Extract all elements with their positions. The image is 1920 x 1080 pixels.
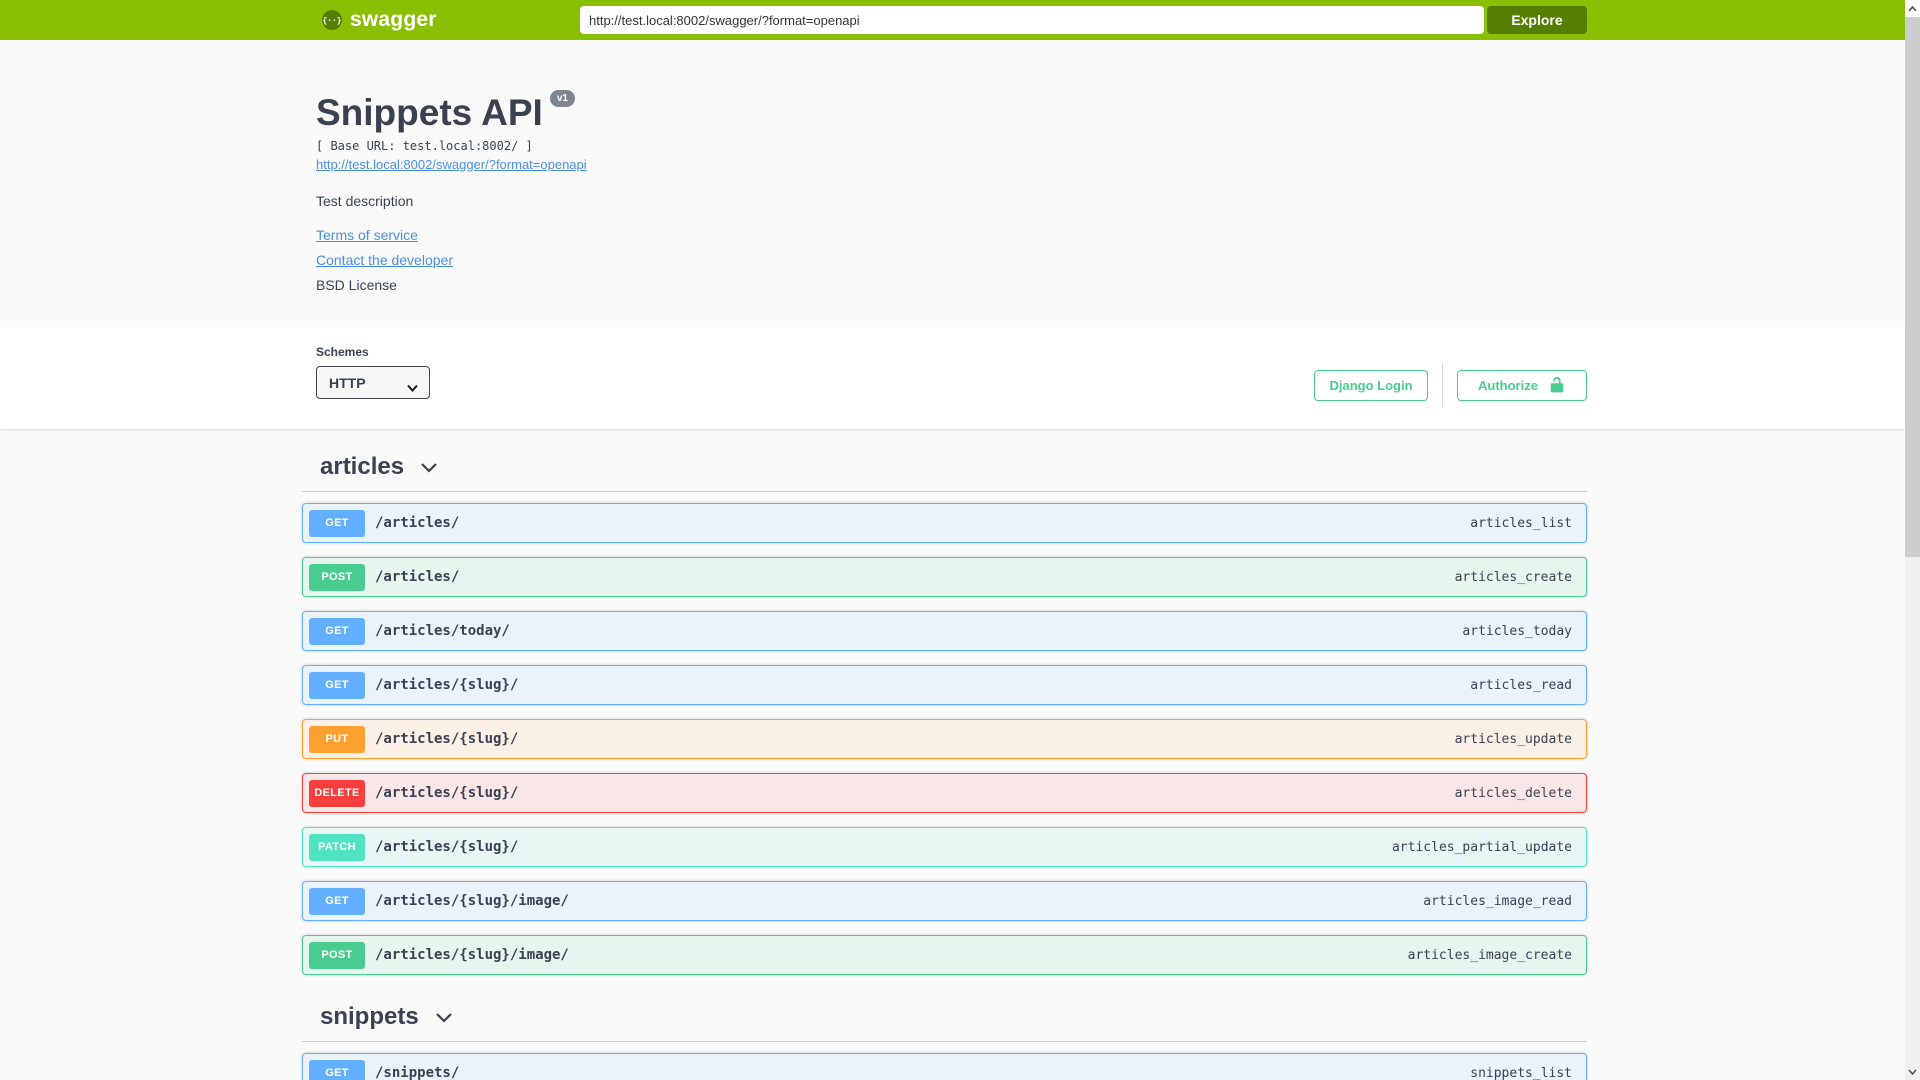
- op-row[interactable]: PUT/articles/{slug}/ articles_update: [302, 719, 1587, 759]
- op-row[interactable]: DELETE/articles/{slug}/ articles_delete: [302, 773, 1587, 813]
- api-title: Snippets API: [316, 92, 543, 133]
- operation-id: articles_image_create: [1407, 947, 1572, 963]
- endpoint-path: /articles/{slug}/: [375, 839, 519, 855]
- spec-url-input[interactable]: [580, 6, 1484, 34]
- section-title: articles: [320, 453, 405, 480]
- scroll-down-icon[interactable]: [1905, 1063, 1920, 1080]
- operation-id: articles_today: [1462, 623, 1572, 639]
- operation-id: snippets_list: [1470, 1065, 1572, 1080]
- operation-id: articles_list: [1470, 515, 1572, 531]
- endpoint-path: /articles/: [375, 569, 460, 585]
- operation-id: articles_update: [1454, 731, 1572, 747]
- endpoint-path: /snippets/: [375, 1065, 460, 1080]
- endpoint-path: /articles/{slug}/: [375, 785, 519, 801]
- unlocked-padlock-icon: [1548, 376, 1566, 394]
- swagger-logo-text: swagger: [350, 8, 437, 31]
- endpoint-path: /articles/: [375, 515, 460, 531]
- scrollbar-thumb[interactable]: [1905, 17, 1920, 557]
- explore-button[interactable]: Explore: [1487, 6, 1587, 34]
- endpoint-path: /articles/{slug}/: [375, 731, 519, 747]
- operation-id: articles_create: [1454, 569, 1572, 585]
- operation-id: articles_partial_update: [1391, 839, 1572, 855]
- auth-divider: [1442, 363, 1443, 407]
- authorize-label: Authorize: [1478, 377, 1538, 393]
- op-row[interactable]: GET/articles/articles_list: [302, 503, 1587, 543]
- method-badge: PATCH: [309, 833, 365, 861]
- method-badge: GET: [309, 887, 365, 915]
- method-badge: GET: [309, 617, 365, 645]
- url-bar: Explore: [580, 6, 1587, 34]
- method-badge: POST: [309, 941, 365, 969]
- operations-area: articles GET/articles/articles_list POST/a…: [302, 429, 1587, 1080]
- section-snippets: snippets GET/snippets/snippets_list: [302, 975, 1587, 1080]
- authorize-button[interactable]: Authorize: [1457, 369, 1587, 401]
- op-row[interactable]: GET/articles/{slug}/image/articles_image…: [302, 881, 1587, 921]
- schemes-label: Schemes: [316, 345, 369, 359]
- terms-of-service-link[interactable]: Terms of service: [316, 227, 418, 243]
- scroll-up-icon[interactable]: [1905, 0, 1920, 17]
- method-badge: GET: [309, 509, 365, 537]
- endpoint-path: /articles/{slug}/: [375, 677, 519, 693]
- section-header-articles[interactable]: articles: [302, 429, 1587, 492]
- scrollbar[interactable]: [1905, 0, 1920, 1080]
- scheme-select[interactable]: HTTP: [316, 366, 430, 399]
- chevron-down-icon: [418, 456, 440, 478]
- chevron-down-icon: [407, 379, 418, 395]
- version-badge: v1: [549, 90, 575, 107]
- auth-block: Django Login Authorize: [1314, 363, 1587, 407]
- api-description: Test description: [316, 193, 414, 209]
- endpoint-path: /articles/today/: [375, 623, 510, 639]
- contact-developer-link[interactable]: Contact the developer: [316, 252, 453, 268]
- op-row[interactable]: POST/articles/{slug}/image/articles_imag…: [302, 935, 1587, 975]
- django-login-button[interactable]: Django Login: [1314, 369, 1428, 401]
- scheme-selected-value: HTTP: [329, 374, 366, 391]
- schemes-block: Schemes HTTP: [316, 345, 430, 399]
- base-url-text: [ Base URL: test.local:8002/ ]: [316, 139, 533, 153]
- method-badge: PUT: [309, 725, 365, 753]
- section-title: snippets: [320, 1003, 419, 1030]
- endpoint-path: /articles/{slug}/image/: [375, 893, 569, 909]
- chevron-down-icon: [433, 1006, 455, 1028]
- endpoint-path: /articles/{slug}/image/: [375, 947, 569, 963]
- operation-id: articles_image_read: [1423, 893, 1572, 909]
- topbar: {··} swagger Explore: [0, 0, 1905, 40]
- spec-url-link[interactable]: http://test.local:8002/swagger/?format=o…: [316, 157, 587, 172]
- swagger-logo: {··} swagger: [322, 0, 437, 40]
- op-row[interactable]: GET/articles/today/articles_today: [302, 611, 1587, 651]
- section-articles: articles GET/articles/articles_list POST/a…: [302, 429, 1587, 975]
- operation-id: articles_delete: [1454, 785, 1572, 801]
- op-row[interactable]: POST/articles/articles_create: [302, 557, 1587, 597]
- method-badge: DELETE: [309, 779, 365, 807]
- license-text: BSD License: [316, 277, 397, 293]
- method-badge: GET: [309, 671, 365, 699]
- op-row[interactable]: GET/articles/{slug}/ articles_read: [302, 665, 1587, 705]
- op-row[interactable]: PATCH/articles/{slug}/ articles_partial_u…: [302, 827, 1587, 867]
- operation-id: articles_read: [1470, 677, 1572, 693]
- scheme-container: Schemes HTTP Django Login Authorize: [0, 327, 1905, 429]
- method-badge: GET: [309, 1059, 365, 1080]
- swagger-logo-icon: {··}: [322, 10, 342, 30]
- op-row[interactable]: GET/snippets/snippets_list: [302, 1053, 1587, 1080]
- method-badge: POST: [309, 563, 365, 591]
- section-header-snippets[interactable]: snippets: [302, 975, 1587, 1042]
- page-title: Snippets API v1: [316, 90, 575, 134]
